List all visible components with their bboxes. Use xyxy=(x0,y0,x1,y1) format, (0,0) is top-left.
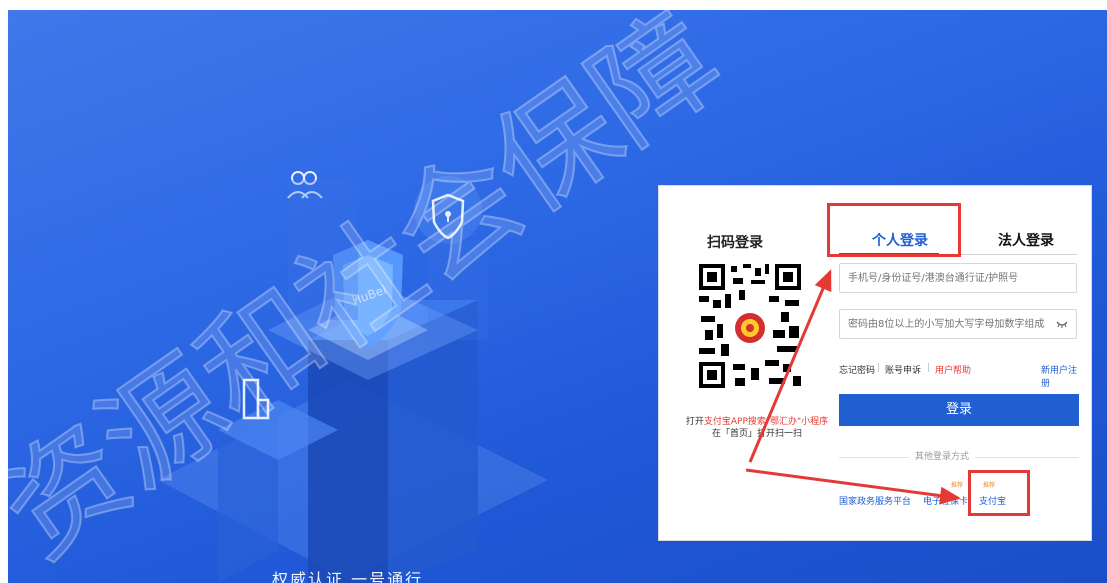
other-methods-label: 其他登录方式 xyxy=(909,449,976,462)
top-bar xyxy=(0,0,1107,10)
account-appeal-link[interactable]: 账号申诉 xyxy=(885,363,921,376)
link-separator: | xyxy=(877,363,881,373)
password-input[interactable] xyxy=(846,317,1050,331)
tab-legal-login[interactable]: 法人登录 xyxy=(998,230,1054,250)
qr-note-prefix: 打开 xyxy=(685,417,704,427)
login-button[interactable]: 登录 xyxy=(839,394,1079,426)
qr-note-highlight: 支付宝APP搜索"鄂汇办"小程序 xyxy=(703,417,829,427)
register-link[interactable]: 新用户注册 xyxy=(1041,363,1079,389)
national-platform-login-link[interactable]: 国家政务服务平台 xyxy=(839,494,911,507)
account-field[interactable] xyxy=(839,263,1077,293)
show-password-eye-icon[interactable] xyxy=(1056,319,1068,329)
highlight-box-alipay xyxy=(968,470,1030,516)
qr-note-line2: 在「首页」打开扫一扫 xyxy=(711,429,802,439)
forgot-password-link[interactable]: 忘记密码 xyxy=(839,363,875,376)
password-field[interactable] xyxy=(839,309,1077,339)
link-separator: | xyxy=(927,363,931,373)
hero-illustration: HuBei xyxy=(158,171,548,583)
qr-login-title: 扫码登录 xyxy=(707,235,763,251)
qr-instructions: 打开支付宝APP搜索"鄂汇办"小程序 在「首页」打开扫一扫 xyxy=(673,416,841,440)
highlight-box-personal-tab xyxy=(827,203,961,257)
user-help-link[interactable]: 用户帮助 xyxy=(935,363,971,376)
recommend-badge: 推荐 xyxy=(951,482,964,489)
account-input[interactable] xyxy=(846,271,1050,285)
hero-tagline: 权威认证 一号通行 xyxy=(272,570,424,583)
ecard-login-link[interactable]: 电子社保卡 xyxy=(923,494,968,507)
login-links: 忘记密码 | 账号申诉 | 用户帮助 新用户注册 xyxy=(839,363,1079,389)
qr-code xyxy=(695,260,805,392)
